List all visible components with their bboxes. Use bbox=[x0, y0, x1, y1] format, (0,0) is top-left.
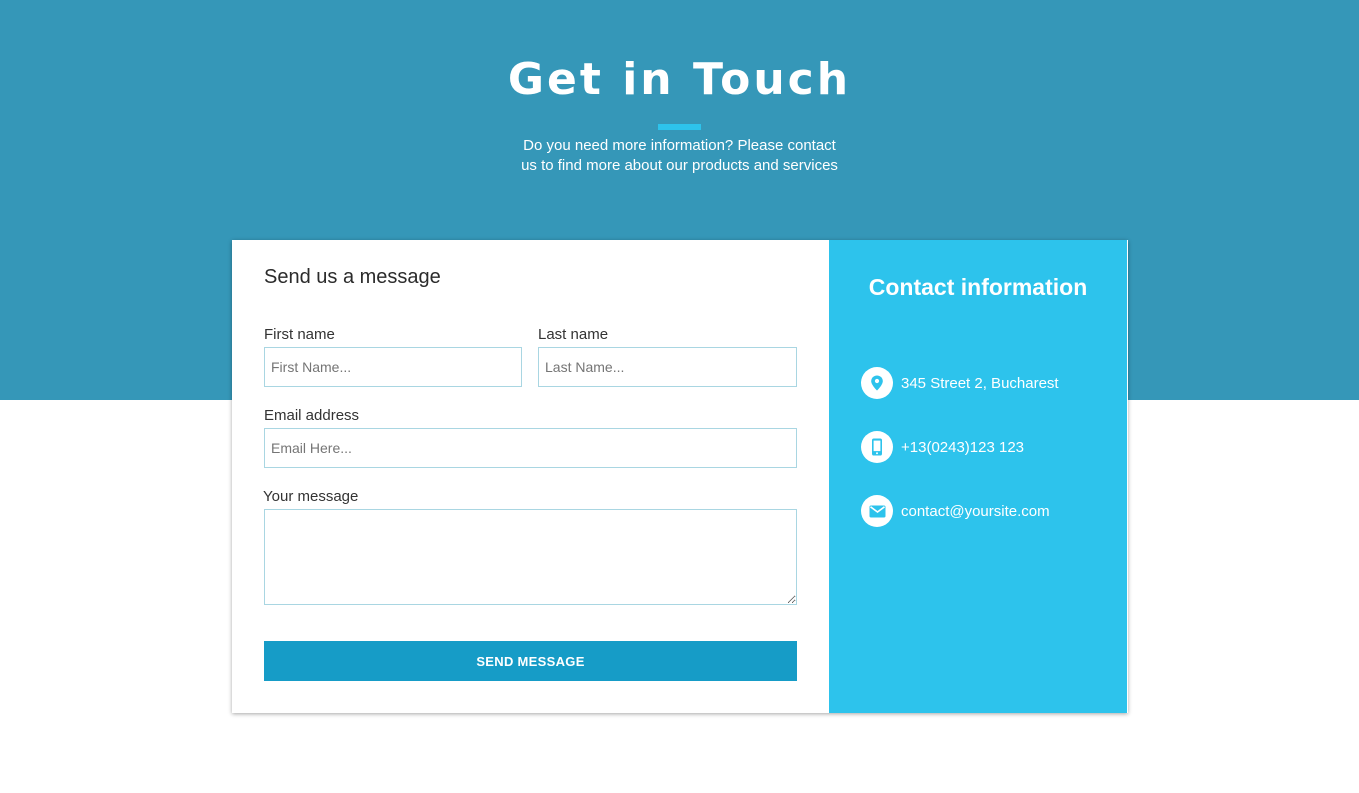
form-heading: Send us a message bbox=[264, 266, 441, 288]
send-message-button[interactable]: SEND MESSAGE bbox=[264, 641, 797, 681]
first-name-input[interactable] bbox=[264, 347, 522, 387]
message-textarea[interactable] bbox=[264, 509, 797, 605]
title-underline bbox=[658, 124, 701, 130]
contact-info-panel: Contact information 345 Street 2, Buchar… bbox=[829, 240, 1127, 713]
first-name-label: First name bbox=[264, 326, 335, 343]
address-text: 345 Street 2, Bucharest bbox=[901, 374, 1059, 392]
email-input[interactable] bbox=[264, 428, 797, 468]
mobile-phone-icon bbox=[861, 431, 893, 463]
last-name-label: Last name bbox=[538, 326, 609, 343]
email-text[interactable]: contact@yoursite.com bbox=[901, 503, 1050, 520]
message-form: Send us a message First name Last name E… bbox=[232, 240, 829, 713]
envelope-icon bbox=[861, 495, 893, 527]
subtitle-line-2: us to find more about our products and s… bbox=[521, 157, 838, 174]
location-pin-icon bbox=[861, 367, 893, 399]
phone-text: +13(0243)123 123 bbox=[901, 438, 1025, 456]
message-label: Your message bbox=[263, 488, 359, 505]
contact-address: 345 Street 2, Bucharest bbox=[861, 367, 1059, 399]
contact-card: Send us a message First name Last name E… bbox=[232, 240, 1128, 713]
last-name-input[interactable] bbox=[538, 347, 797, 387]
contact-info-heading: Contact information bbox=[868, 274, 1088, 300]
contact-phone: +13(0243)123 123 bbox=[861, 431, 1024, 463]
email-label: Email address bbox=[264, 407, 360, 424]
contact-email: contact@yoursite.com bbox=[861, 495, 1050, 527]
subtitle-line-1: Do you need more information? Please con… bbox=[523, 137, 836, 154]
page-title: Get in Touch bbox=[507, 54, 852, 105]
page-subtitle: Do you need more information? Please con… bbox=[500, 136, 859, 176]
